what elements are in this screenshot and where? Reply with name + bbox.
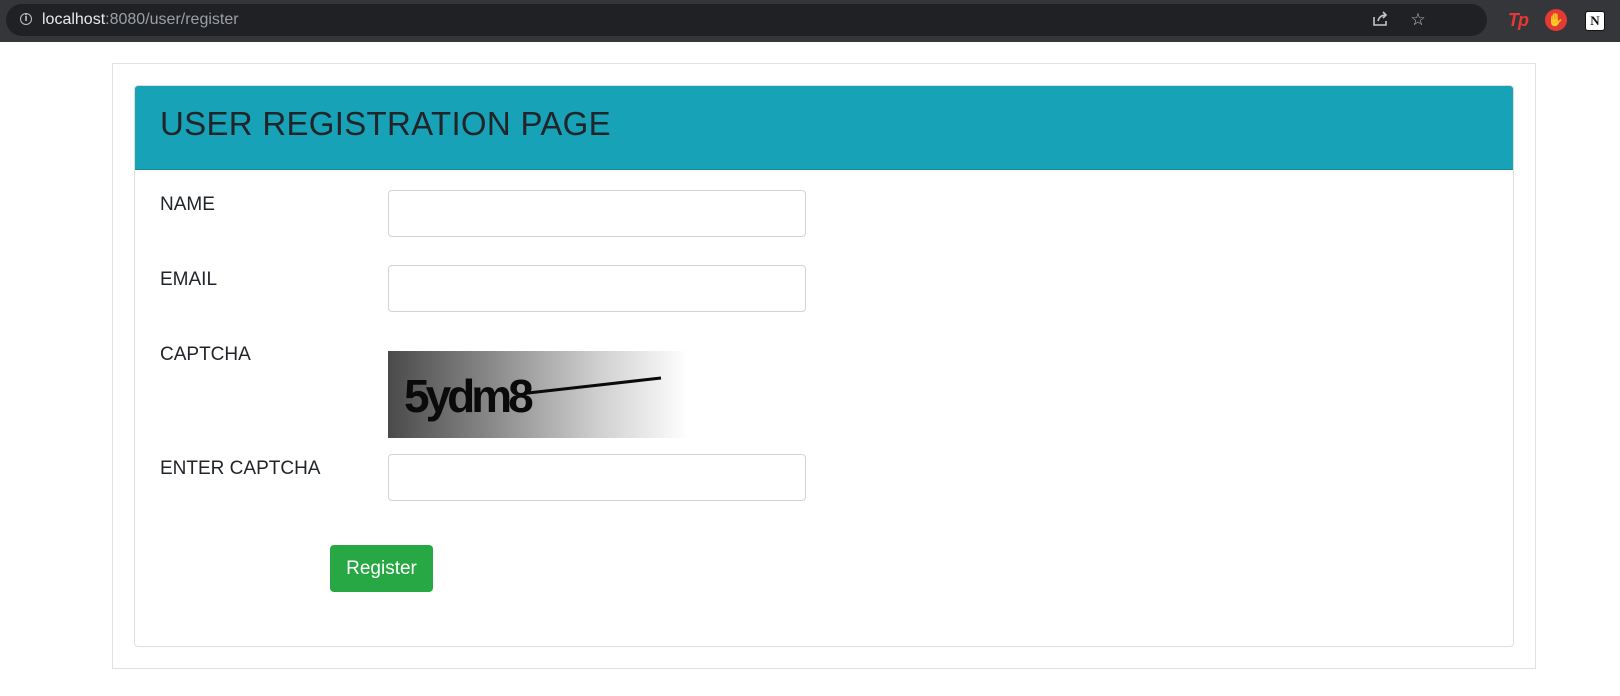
url-host: localhost — [42, 11, 106, 28]
captcha-label: CAPTCHA — [160, 344, 251, 365]
captcha-image: 5ydm8 — [388, 351, 688, 438]
captcha-strike-line — [527, 376, 662, 395]
bookmark-star-icon[interactable]: ☆ — [1407, 9, 1429, 31]
email-label: EMAIL — [160, 269, 218, 290]
enter-captcha-label: ENTER CAPTCHA — [160, 458, 321, 479]
name-label: NAME — [160, 194, 215, 215]
register-button[interactable]: Register — [330, 545, 433, 592]
card-header: USER REGISTRATION PAGE — [135, 86, 1513, 170]
page-title: USER REGISTRATION PAGE — [160, 105, 611, 142]
url-text[interactable]: localhost:8080/user/register — [42, 11, 239, 29]
registration-card: USER REGISTRATION PAGE NAME EMAIL CAPTCH… — [134, 85, 1514, 647]
enter-captcha-input[interactable] — [388, 454, 806, 501]
name-input[interactable] — [388, 190, 806, 237]
email-input[interactable] — [388, 265, 806, 312]
toggl-track-extension-icon[interactable]: Tp — [1505, 9, 1531, 31]
page-container: USER REGISTRATION PAGE NAME EMAIL CAPTCH… — [112, 63, 1536, 669]
share-icon[interactable] — [1369, 9, 1391, 31]
browser-toolbar: i localhost:8080/user/register ☆ Tp ✋ N — [0, 0, 1620, 42]
url-path: :8080/user/register — [105, 11, 239, 28]
notion-extension-icon[interactable]: N — [1585, 11, 1605, 31]
address-bar[interactable]: i localhost:8080/user/register ☆ — [6, 4, 1487, 36]
stop-hand-extension-icon[interactable]: ✋ — [1545, 9, 1567, 31]
info-icon[interactable]: i — [20, 13, 32, 25]
